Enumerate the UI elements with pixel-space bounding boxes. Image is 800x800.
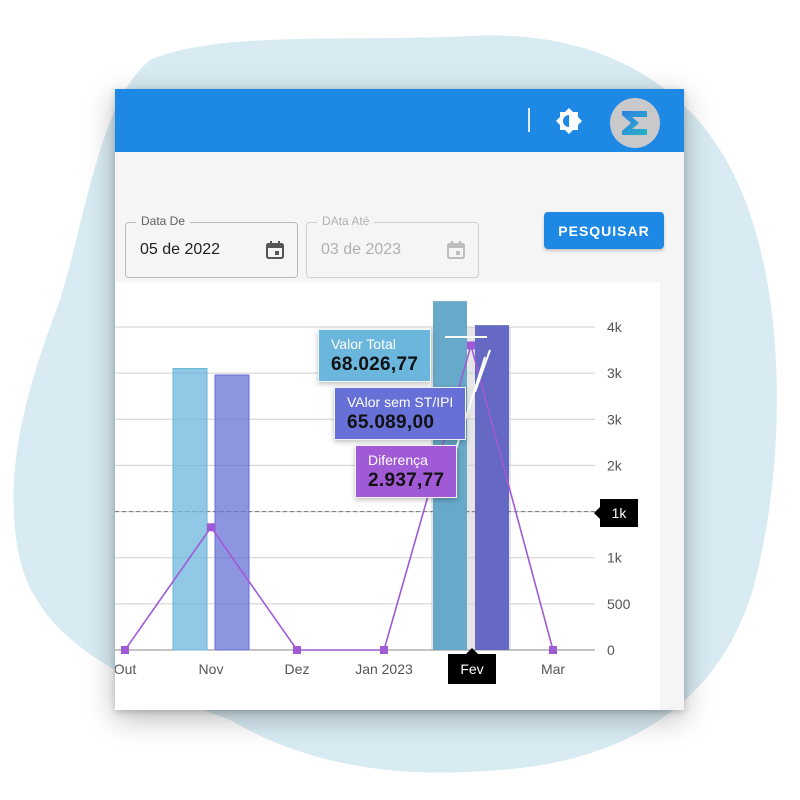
app-bar	[115, 89, 684, 152]
y-tick-label: 3k	[607, 411, 623, 427]
calendar-icon[interactable]	[265, 240, 285, 260]
x-tick-label: Mar	[541, 661, 565, 677]
line-point	[207, 523, 215, 532]
date-from-label: Data De	[136, 214, 191, 228]
date-from-field[interactable]: Data De 05 de 2022	[125, 214, 298, 278]
date-to-label: DAta Até	[317, 214, 375, 228]
tooltip-diferenca: Diferença 2.937,77	[355, 445, 458, 498]
tooltip-value: 65.089,00	[347, 412, 435, 433]
calendar-icon	[447, 241, 465, 259]
tooltip-label: Valor Total	[331, 336, 396, 352]
tooltip-label: Diferença	[368, 452, 428, 468]
brightness-icon	[556, 108, 582, 134]
screenshot-stage: Data De 05 de 2022 DAta Até 03 de 2023 P…	[0, 0, 800, 800]
date-to-field: DAta Até 03 de 2023	[306, 214, 479, 278]
tooltip-value: 68.026,77	[331, 354, 419, 375]
line-point	[121, 646, 129, 654]
x-tick-label: Out	[115, 661, 136, 677]
tooltip-label: VAlor sem ST/IPI	[347, 394, 454, 410]
line-point	[549, 646, 557, 654]
line-point	[467, 341, 475, 350]
tooltip-value: 2.937,77	[368, 470, 445, 491]
line-point	[293, 646, 301, 654]
y-tick-label: 0	[607, 642, 615, 658]
y-tick-label: 500	[607, 596, 631, 612]
search-button[interactable]: PESQUISAR	[544, 212, 664, 249]
date-from-value: 05 de 2022	[140, 241, 221, 258]
x-tick-label: Dez	[285, 661, 310, 677]
bar	[172, 368, 208, 651]
tooltip-valor-sem-st: VAlor sem ST/IPI 65.089,00	[334, 387, 467, 440]
tooltip-valor-total: Valor Total 68.026,77	[318, 329, 432, 382]
bar	[214, 374, 250, 651]
app-window: Data De 05 de 2022 DAta Até 03 de 2023 P…	[115, 89, 684, 710]
avatar[interactable]	[610, 98, 660, 148]
line-point	[380, 646, 388, 654]
sigma-logo-icon	[622, 111, 647, 135]
date-to-value: 03 de 2023	[321, 241, 402, 258]
app-bar-divider	[528, 108, 530, 132]
highlighted-category-label: Fev	[448, 648, 496, 684]
y-tick-label: 2k	[607, 457, 623, 473]
y-tick-label: 3k	[607, 365, 623, 381]
theme-toggle-button[interactable]	[554, 106, 584, 136]
x-tick-label: Jan 2023	[355, 661, 413, 677]
reference-line-label: 1k	[594, 499, 638, 527]
y-tick-label: 1k	[607, 550, 623, 566]
y-tick-label: 4k	[607, 319, 623, 335]
x-tick-label: Nov	[199, 661, 224, 677]
